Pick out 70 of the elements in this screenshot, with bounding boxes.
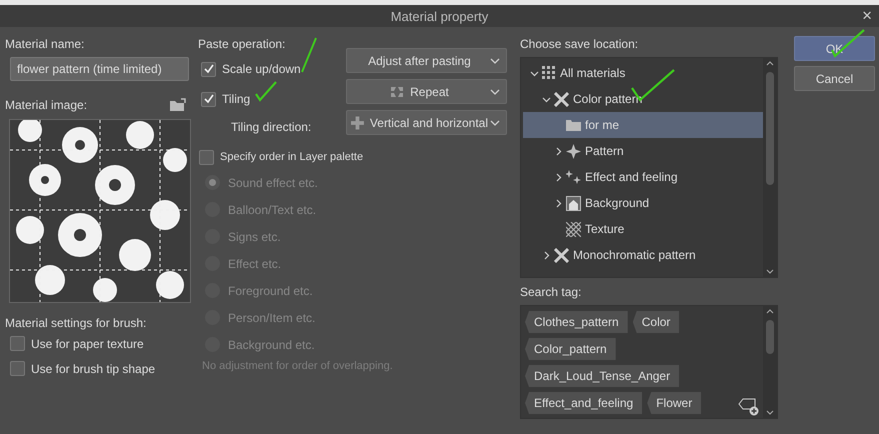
tree-item[interactable]: Background: [523, 190, 763, 216]
tiling-direction-label: Tiling direction:: [231, 120, 312, 134]
checkbox[interactable]: [10, 361, 25, 376]
tree-item[interactable]: Color pattern: [523, 86, 763, 112]
tag[interactable]: Effect_and_feeling: [525, 392, 642, 414]
material-name-field[interactable]: flower pattern (time limited): [10, 57, 189, 81]
material-image-label: Material image:: [5, 97, 88, 113]
house-icon: [566, 196, 581, 210]
chevron-right-icon[interactable]: [554, 172, 563, 182]
checkbox-label: Use for brush tip shape: [31, 362, 156, 376]
scrollbar[interactable]: [763, 58, 777, 277]
chevron-right-icon[interactable]: [554, 198, 563, 208]
cross-icon: [554, 248, 569, 262]
texture-icon: [566, 222, 581, 236]
checkbox-label: Specify order in Layer palette: [220, 151, 364, 163]
checkbox[interactable]: [201, 62, 216, 76]
dropdown[interactable]: Adjust after pasting: [346, 48, 507, 73]
material-name-label: Material name:: [5, 36, 86, 52]
caret-icon: [490, 89, 500, 95]
star-pattern-icon: [566, 144, 581, 158]
caret-icon: [490, 58, 500, 64]
save-location-label: Choose save location:: [520, 36, 640, 52]
tree-item[interactable]: Monochromatic pattern: [523, 242, 763, 268]
tree-item[interactable]: Effect and feeling: [523, 164, 763, 190]
scroll-thumb[interactable]: [766, 320, 774, 354]
scrollbar[interactable]: [763, 306, 777, 418]
tag[interactable]: Color: [632, 311, 680, 333]
sparkle-icon: [566, 170, 581, 184]
arrows-cross-icon: [351, 116, 364, 130]
tree-item[interactable]: Texture: [523, 216, 763, 242]
scroll-thumb[interactable]: [766, 72, 774, 185]
tree-item[interactable]: for me: [523, 112, 763, 138]
paste-operation-label: Paste operation:: [198, 36, 286, 52]
dropdown[interactable]: Repeat: [346, 79, 507, 104]
grid-icon: [542, 66, 556, 80]
tile-icon: [390, 86, 404, 98]
tag[interactable]: Dark_Loud_Tense_Anger: [525, 365, 680, 387]
radio-label: Effect etc.: [228, 256, 282, 270]
checkbox[interactable]: [10, 336, 25, 351]
radio-label: Balloon/Text etc.: [228, 202, 316, 216]
tag[interactable]: Clothes_pattern: [525, 311, 628, 333]
tree-item[interactable]: All materials: [523, 60, 763, 86]
cross-icon: [554, 92, 569, 106]
tag[interactable]: Flower: [647, 392, 702, 414]
radio-label: Foreground etc.: [228, 284, 313, 298]
check-mark-annotation: [254, 80, 278, 102]
cancel-button[interactable]: Cancel: [794, 66, 875, 91]
checkbox-label: Scale up/down: [222, 62, 301, 76]
chevron-down-icon[interactable]: [530, 68, 539, 78]
checkbox[interactable]: [201, 92, 216, 106]
add-tag-icon[interactable]: [738, 398, 760, 416]
radio-label: Person/Item etc.: [228, 310, 316, 324]
chevron-down-icon[interactable]: [542, 94, 551, 104]
radio-label: Signs etc.: [228, 230, 281, 244]
chevron-right-icon[interactable]: [542, 250, 551, 260]
folder-icon: [566, 119, 581, 131]
search-tag-label: Search tag:: [520, 284, 582, 300]
close-button[interactable]: ×: [859, 6, 875, 26]
tag[interactable]: Color_pattern: [525, 338, 616, 360]
folder-icon[interactable]: [169, 98, 187, 112]
tree-item[interactable]: Pattern: [523, 138, 763, 164]
chevron-right-icon[interactable]: [554, 146, 563, 156]
checkbox-label: Use for paper texture: [31, 336, 144, 350]
radio-label: Background etc.: [228, 338, 315, 352]
dropdown[interactable]: Vertical and horizontal: [346, 110, 507, 135]
checkbox-label: Tiling: [222, 92, 250, 106]
caret-icon: [490, 120, 500, 126]
radio-label: Sound effect etc.: [228, 176, 318, 190]
window-title: Material property: [390, 8, 488, 24]
brush-settings-label: Material settings for brush:: [5, 315, 148, 331]
